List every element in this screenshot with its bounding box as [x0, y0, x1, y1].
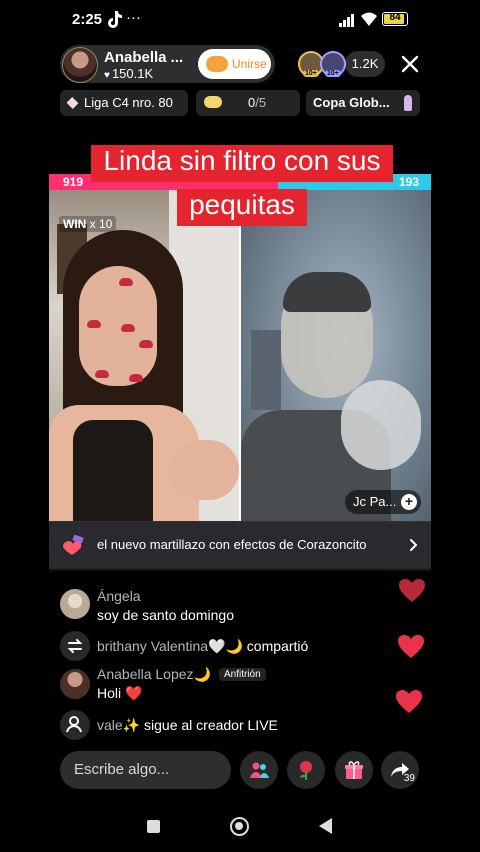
tiktok-icon [108, 11, 122, 28]
kiss-sticker [121, 324, 135, 332]
join-button[interactable]: Unirse [198, 49, 271, 79]
points-chip[interactable]: 0/5 [196, 90, 300, 116]
share-action: compartió [246, 638, 309, 654]
signal-icon [339, 14, 354, 27]
gift-icon [345, 761, 363, 779]
heart-icon: ♥ [104, 70, 110, 81]
host-badge: Anfitrión [218, 668, 266, 681]
join-label: Unirse [232, 57, 267, 71]
kiss-sticker [129, 374, 143, 382]
trophy-figure-icon [404, 95, 412, 111]
comment-item[interactable]: brithany Valentina🤍🌙 compartió [60, 631, 400, 661]
host-video[interactable]: WIN x 10 [49, 190, 239, 521]
comment-author[interactable]: vale✨ [97, 717, 140, 733]
video-caption: Linda sin filtro con sus pequitas [71, 139, 413, 227]
comment-item[interactable]: Anabella Lopez🌙 Anfitrión Holi ❤️ [60, 666, 400, 706]
kiss-sticker [139, 340, 153, 348]
host-avatar[interactable] [62, 47, 98, 83]
guest-name-tag[interactable]: Jc Pa... + [345, 490, 421, 514]
heart-icon [398, 635, 424, 658]
live-battle: 919 193 WIN x 10 Jc Pa... + el nuevo mar… [49, 174, 431, 571]
status-time: 2:25 [72, 11, 103, 28]
heart-icon [396, 690, 422, 713]
rose-gift-button[interactable] [287, 751, 325, 789]
hammer-gift-icon [63, 535, 84, 555]
person-icon [60, 710, 90, 740]
recents-button[interactable] [147, 820, 160, 833]
comment-author[interactable]: Anabella Lopez🌙 [97, 666, 211, 682]
host-arm [169, 440, 239, 500]
cloud-icon [204, 96, 222, 108]
gift-banner[interactable]: el nuevo martillazo con efectos de Coraz… [49, 521, 431, 569]
kiss-sticker [95, 370, 109, 378]
comment-author[interactable]: Ángela [97, 588, 141, 604]
diamond-icon [66, 97, 79, 109]
wifi-icon [361, 12, 377, 26]
rose-icon [300, 761, 312, 780]
close-icon[interactable] [398, 52, 422, 76]
heart-icon [399, 579, 425, 602]
host-likes-count: 150.1K [111, 66, 154, 81]
cup-chip[interactable]: Copa Glob... [306, 90, 420, 116]
battery-icon: 84 [382, 12, 408, 26]
team-icon [206, 56, 228, 72]
guest-video[interactable]: Jc Pa... + [241, 190, 431, 521]
league-label: Liga C4 nro. 80 [84, 95, 173, 110]
comment-text: Holi ❤️ [97, 685, 143, 701]
status-overflow-dots: ··· [126, 9, 141, 26]
league-chip[interactable]: Liga C4 nro. 80 [60, 90, 188, 116]
rank-badge: 10+ [325, 70, 341, 77]
kiss-sticker [87, 320, 101, 328]
avatar[interactable] [60, 589, 90, 619]
guest-hair [283, 272, 371, 312]
guest-name: Jc Pa... [353, 494, 397, 509]
share-count: 39 [403, 773, 415, 784]
background-shelf [251, 330, 281, 410]
share-button[interactable]: 39 [381, 751, 419, 789]
share-event: brithany Valentina🤍🌙 compartió [97, 638, 308, 655]
comment-item[interactable]: Ángela soy de santo domingo [60, 588, 400, 628]
top-viewers[interactable]: 10+ 10+ [298, 51, 348, 79]
caption-text: Linda sin filtro con sus pequitas [91, 145, 393, 226]
host-likes: ♥ 150.1K [104, 66, 153, 81]
comment-item[interactable]: vale✨ sigue al creador LIVE [60, 710, 400, 740]
status-bar: 2:25 ··· 84 [0, 0, 480, 40]
kiss-sticker [119, 278, 133, 286]
follow-action: sigue al creador LIVE [144, 717, 278, 733]
host-name: Anabella ... [104, 49, 184, 66]
points-progress: 0/5 [248, 90, 266, 116]
chevron-right-icon[interactable] [405, 537, 421, 553]
comment-text: soy de santo domingo [97, 607, 234, 623]
back-button[interactable] [319, 818, 332, 834]
viewer-avatar[interactable]: 10+ [320, 51, 346, 77]
comment-author[interactable]: brithany Valentina🤍🌙 [97, 638, 243, 654]
avatar[interactable] [60, 669, 90, 699]
comment-input[interactable]: Escribe algo... [60, 751, 231, 789]
host-info[interactable]: Anabella ... ♥ 150.1K Unirse [60, 45, 275, 83]
rank-badge: 10+ [303, 70, 319, 77]
viewer-count[interactable]: 1.2K [345, 51, 385, 77]
repost-icon [60, 631, 90, 661]
host-top [73, 420, 153, 521]
points-total: /5 [255, 95, 267, 110]
home-button[interactable] [230, 817, 249, 836]
battery-level: 84 [389, 12, 401, 23]
people-icon [250, 762, 269, 778]
follow-event: vale✨ sigue al creador LIVE [97, 717, 278, 734]
comment-author-line: Anabella Lopez🌙 Anfitrión [97, 666, 266, 683]
gift-button[interactable] [335, 751, 373, 789]
multi-guest-button[interactable] [240, 751, 278, 789]
banner-text: el nuevo martillazo con efectos de Coraz… [97, 537, 367, 552]
plus-icon[interactable]: + [401, 494, 417, 510]
cup-label: Copa Glob... [313, 95, 390, 110]
guest-hand [341, 380, 421, 470]
